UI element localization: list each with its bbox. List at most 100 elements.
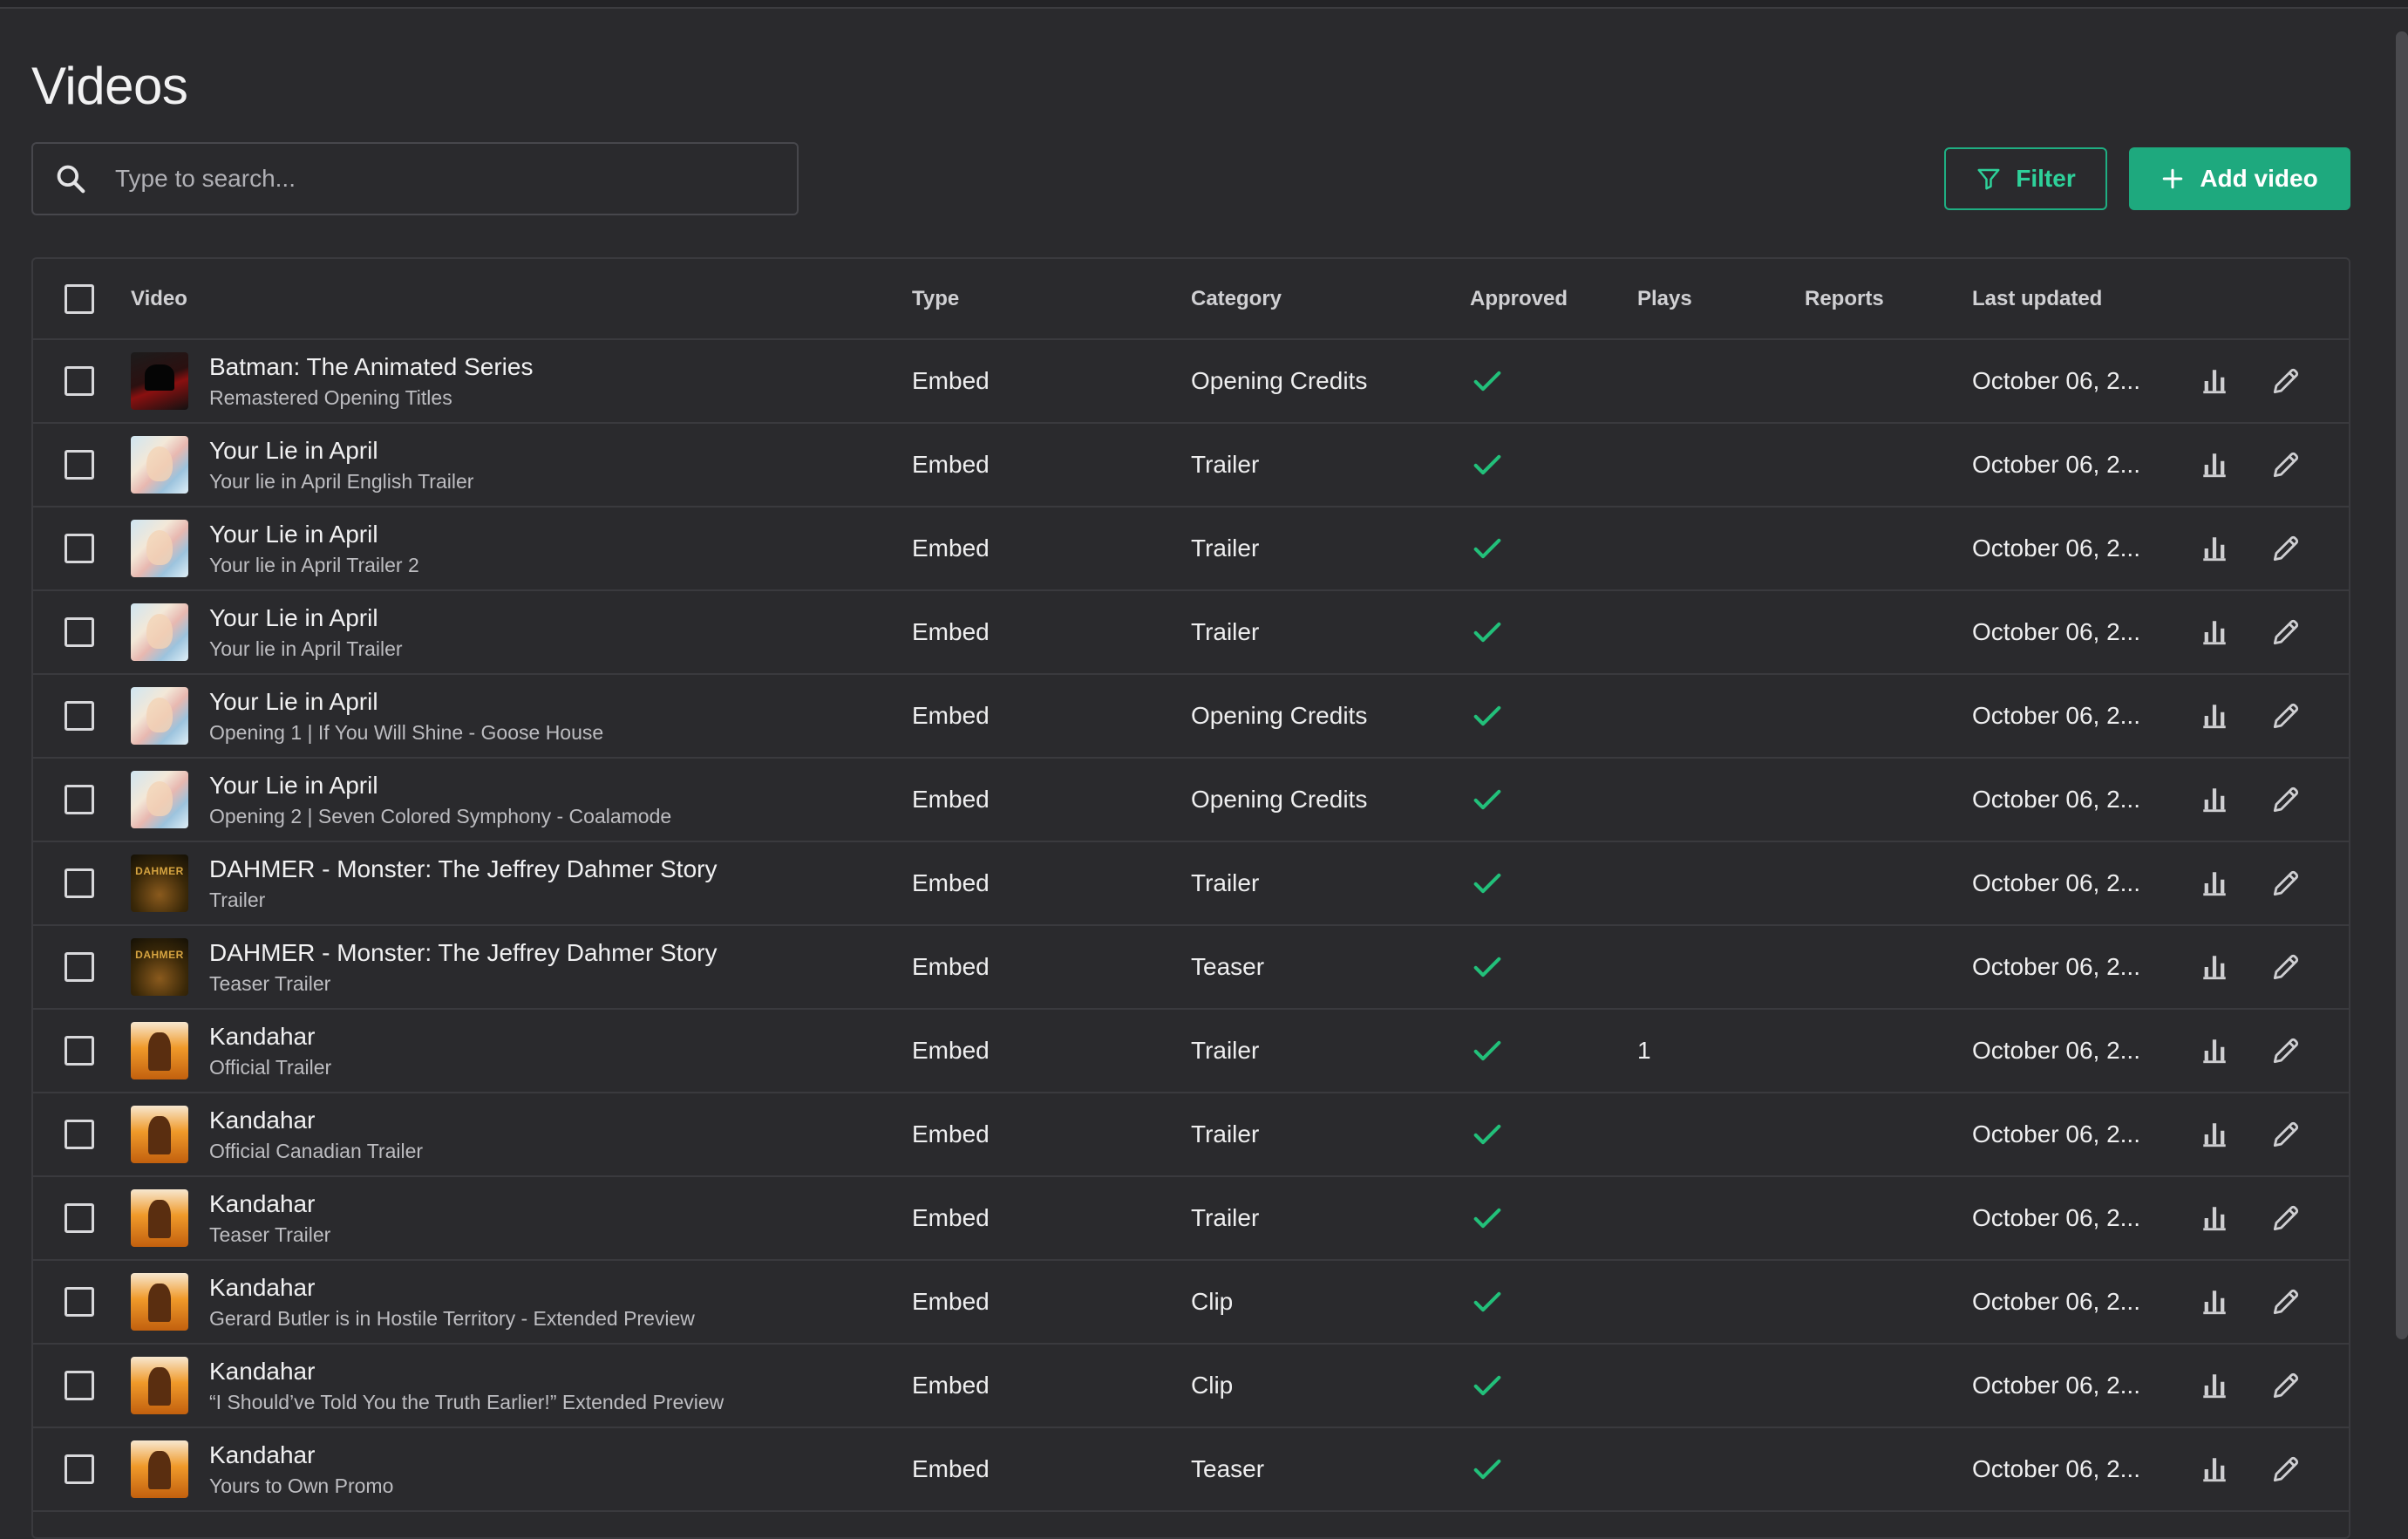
row-checkbox[interactable] xyxy=(65,1120,94,1149)
edit-pencil-icon[interactable] xyxy=(2267,362,2305,400)
video-subtitle: Official Trailer xyxy=(209,1055,332,1079)
table-row[interactable]: Kandahar Teaser Trailer Embed Trailer Oc… xyxy=(33,1177,2349,1261)
video-title[interactable]: Your Lie in April xyxy=(209,604,403,632)
video-category: Teaser xyxy=(1191,953,1265,980)
video-title[interactable]: Your Lie in April xyxy=(209,437,473,465)
video-title[interactable]: DAHMER - Monster: The Jeffrey Dahmer Sto… xyxy=(209,939,717,967)
video-title[interactable]: Kandahar xyxy=(209,1023,331,1051)
row-checkbox[interactable] xyxy=(65,1287,94,1317)
stats-icon[interactable] xyxy=(2195,1366,2234,1405)
stats-icon[interactable] xyxy=(2195,529,2234,568)
table-row[interactable]: Kandahar Gerard Butler is in Hostile Ter… xyxy=(33,1261,2349,1345)
table-row[interactable]: Kandahar Official Canadian Trailer Embed… xyxy=(33,1093,2349,1177)
column-header-video[interactable]: Video xyxy=(131,259,898,338)
video-title[interactable]: DAHMER - Monster: The Jeffrey Dahmer Sto… xyxy=(209,855,717,883)
video-title[interactable]: Your Lie in April xyxy=(209,521,419,548)
table-row[interactable]: Your Lie in April Opening 2 | Seven Colo… xyxy=(33,759,2349,842)
lie-thumbnail xyxy=(131,520,188,577)
top-border xyxy=(0,0,2408,9)
video-category: Trailer xyxy=(1191,451,1260,478)
table-row[interactable]: Kandahar Yours to Own Promo Embed Teaser… xyxy=(33,1428,2349,1512)
stats-icon[interactable] xyxy=(2195,780,2234,819)
stats-icon[interactable] xyxy=(2195,613,2234,651)
select-all-checkbox[interactable] xyxy=(65,283,94,314)
column-header-type[interactable]: Type xyxy=(912,259,959,338)
edit-pencil-icon[interactable] xyxy=(2267,1199,2305,1237)
table-row[interactable]: Your Lie in April Your lie in April Engl… xyxy=(33,424,2349,507)
edit-pencil-icon[interactable] xyxy=(2267,1115,2305,1154)
video-title[interactable]: Your Lie in April xyxy=(209,688,603,716)
table-row[interactable]: Batman: The Animated Series Remastered O… xyxy=(33,340,2349,424)
column-header-approved[interactable]: Approved xyxy=(1470,259,1568,338)
search-input[interactable] xyxy=(115,144,797,214)
stats-icon[interactable] xyxy=(2195,1283,2234,1321)
stats-icon[interactable] xyxy=(2195,362,2234,400)
row-checkbox[interactable] xyxy=(65,534,94,563)
edit-pencil-icon[interactable] xyxy=(2267,948,2305,986)
search-box[interactable] xyxy=(31,142,799,215)
video-category: Teaser xyxy=(1191,1455,1265,1482)
edit-pencil-icon[interactable] xyxy=(2267,864,2305,902)
row-checkbox[interactable] xyxy=(65,617,94,647)
edit-pencil-icon[interactable] xyxy=(2267,1450,2305,1488)
edit-pencil-icon[interactable] xyxy=(2267,1032,2305,1070)
page-scrollbar[interactable] xyxy=(2396,31,2408,1339)
video-title[interactable]: Kandahar xyxy=(209,1358,724,1386)
column-header-reports[interactable]: Reports xyxy=(1805,259,1884,338)
video-subtitle: Official Canadian Trailer xyxy=(209,1139,424,1162)
column-header-last-updated[interactable]: Last updated xyxy=(1972,259,2102,338)
edit-pencil-icon[interactable] xyxy=(2267,780,2305,819)
row-checkbox[interactable] xyxy=(65,952,94,982)
row-checkbox[interactable] xyxy=(65,1454,94,1484)
stats-icon[interactable] xyxy=(2195,948,2234,986)
row-checkbox[interactable] xyxy=(65,1036,94,1066)
approved-check-icon xyxy=(1473,538,1501,559)
video-type: Embed xyxy=(912,786,990,813)
row-checkbox[interactable] xyxy=(65,1203,94,1233)
stats-icon[interactable] xyxy=(2195,864,2234,902)
edit-pencil-icon[interactable] xyxy=(2267,613,2305,651)
lie-thumbnail xyxy=(131,771,188,828)
approved-check-icon xyxy=(1473,705,1501,726)
edit-pencil-icon[interactable] xyxy=(2267,1366,2305,1405)
stats-icon[interactable] xyxy=(2195,1450,2234,1488)
table-row[interactable]: Kandahar “I Should’ve Told You the Truth… xyxy=(33,1345,2349,1428)
table-row[interactable]: Your Lie in April Your lie in April Trai… xyxy=(33,591,2349,675)
video-subtitle: Opening 1 | If You Will Shine - Goose Ho… xyxy=(209,720,604,744)
edit-pencil-icon[interactable] xyxy=(2267,529,2305,568)
row-checkbox[interactable] xyxy=(65,366,94,396)
column-header-plays[interactable]: Plays xyxy=(1637,259,1692,338)
kandahar-thumbnail xyxy=(131,1357,188,1414)
video-title[interactable]: Kandahar xyxy=(209,1190,330,1218)
table-row[interactable]: DAHMER - Monster: The Jeffrey Dahmer Sto… xyxy=(33,926,2349,1010)
stats-icon[interactable] xyxy=(2195,1032,2234,1070)
stats-icon[interactable] xyxy=(2195,1199,2234,1237)
row-checkbox[interactable] xyxy=(65,868,94,898)
filter-button[interactable]: Filter xyxy=(1944,147,2107,210)
video-title[interactable]: Your Lie in April xyxy=(209,772,671,800)
stats-icon[interactable] xyxy=(2195,697,2234,735)
approved-check-icon xyxy=(1473,873,1501,894)
kandahar-thumbnail xyxy=(131,1440,188,1498)
row-checkbox[interactable] xyxy=(65,450,94,480)
stats-icon[interactable] xyxy=(2195,1115,2234,1154)
video-title[interactable]: Kandahar xyxy=(209,1441,393,1469)
column-header-category[interactable]: Category xyxy=(1191,259,1282,338)
edit-pencil-icon[interactable] xyxy=(2267,697,2305,735)
row-checkbox[interactable] xyxy=(65,785,94,814)
video-title[interactable]: Kandahar xyxy=(209,1274,695,1302)
video-subtitle: Gerard Butler is in Hostile Territory - … xyxy=(209,1306,695,1330)
video-title[interactable]: Kandahar xyxy=(209,1107,423,1134)
add-video-button[interactable]: Add video xyxy=(2129,147,2350,210)
table-row[interactable]: Your Lie in April Your lie in April Trai… xyxy=(33,507,2349,591)
table-row[interactable]: Kandahar Official Trailer Embed Trailer … xyxy=(33,1010,2349,1093)
row-checkbox[interactable] xyxy=(65,701,94,731)
video-subtitle: Your lie in April English Trailer xyxy=(209,469,474,493)
video-title[interactable]: Batman: The Animated Series xyxy=(209,353,533,381)
edit-pencil-icon[interactable] xyxy=(2267,446,2305,484)
table-row[interactable]: Your Lie in April Opening 1 | If You Wil… xyxy=(33,675,2349,759)
table-row[interactable]: DAHMER - Monster: The Jeffrey Dahmer Sto… xyxy=(33,842,2349,926)
edit-pencil-icon[interactable] xyxy=(2267,1283,2305,1321)
row-checkbox[interactable] xyxy=(65,1371,94,1400)
stats-icon[interactable] xyxy=(2195,446,2234,484)
